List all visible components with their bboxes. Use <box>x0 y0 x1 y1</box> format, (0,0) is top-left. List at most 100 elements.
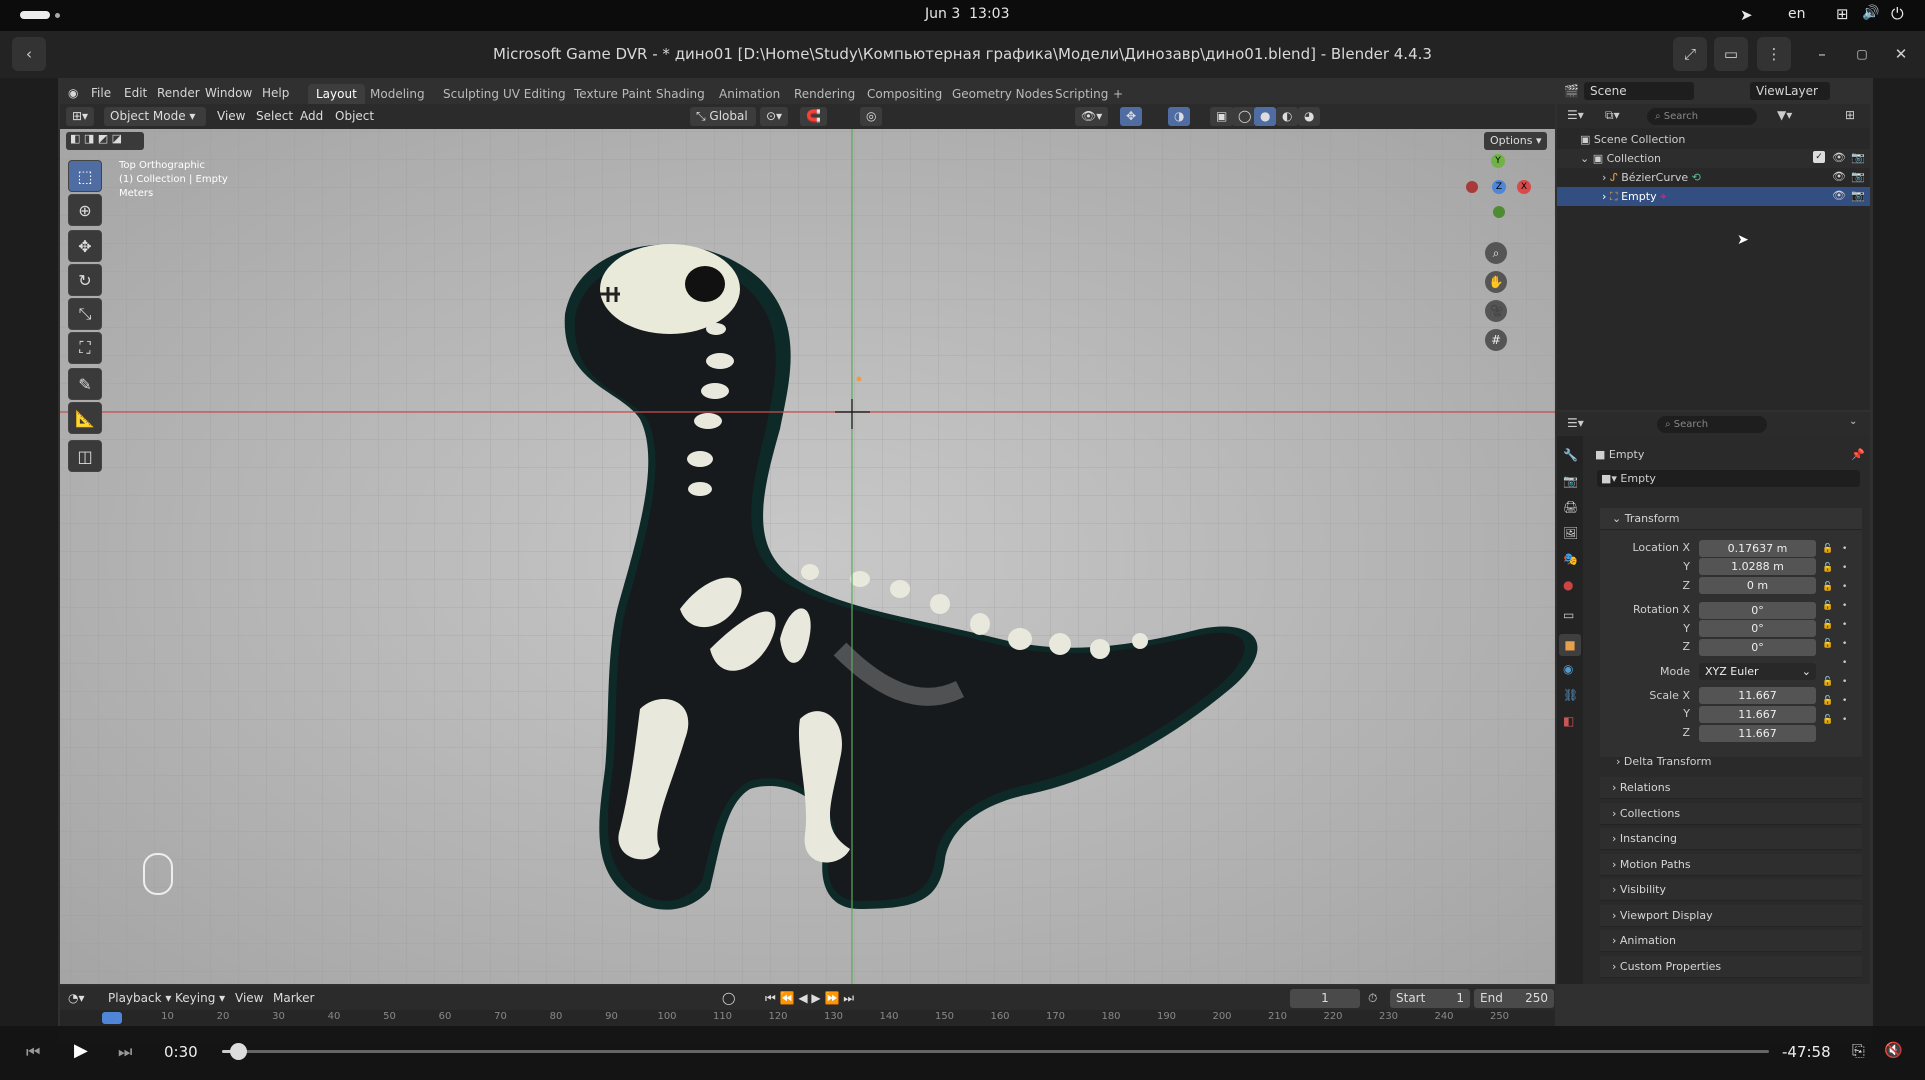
gizmo-x-axis[interactable]: X <box>1517 180 1531 194</box>
start-frame-field[interactable]: Start 1 <box>1390 989 1470 1008</box>
physics-tab-icon[interactable]: ◉ <box>1563 662 1573 676</box>
measure-tool[interactable]: 📐 <box>68 402 102 434</box>
material-shading-icon[interactable]: ◐ <box>1276 107 1299 126</box>
workspace-tab-texture-paint[interactable]: Texture Paint <box>566 84 659 104</box>
delta-transform-subpanel[interactable]: › Delta Transform <box>1612 752 1862 772</box>
timeline-ruler[interactable]: 0102030405060708090100110120130140150160… <box>60 1010 1555 1026</box>
transform-orientation-dropdown[interactable]: ⤡ Global <box>690 107 756 126</box>
menu-file[interactable]: File <box>85 84 117 102</box>
xray-toggle-icon[interactable]: ▣ <box>1210 107 1234 126</box>
collection-checkbox[interactable]: ✓ <box>1813 151 1825 163</box>
seek-bar-track[interactable] <box>222 1050 1769 1053</box>
transform-tool[interactable]: ⛶ <box>68 332 102 364</box>
properties-search-input[interactable]: ⌕ Search <box>1657 416 1767 433</box>
gizmo-z-axis[interactable]: Z <box>1492 180 1506 194</box>
filter-icon[interactable]: ▼▾ <box>1777 108 1792 122</box>
scene-name[interactable]: Scene <box>1584 82 1694 100</box>
menu-help[interactable]: Help <box>256 84 295 102</box>
new-collection-icon[interactable]: ⊞ <box>1845 108 1855 122</box>
rotation-x-field[interactable]: 0° <box>1699 602 1816 619</box>
workspace-tab-compositing[interactable]: Compositing <box>859 84 950 104</box>
collections-panel[interactable]: › Collections <box>1600 803 1862 825</box>
workspace-tab-animation[interactable]: Animation <box>711 84 788 104</box>
solid-shading-icon[interactable]: ● <box>1254 107 1277 126</box>
rotation-y-field[interactable]: 0° <box>1699 620 1816 637</box>
object-name-field[interactable]: ■▾ Empty <box>1597 470 1860 487</box>
select-box-tool[interactable]: ⬚ <box>68 160 102 192</box>
outliner-display-mode-icon[interactable]: ⧉▾ <box>1605 108 1620 123</box>
play-icon[interactable]: ▶ <box>74 1040 88 1061</box>
timeline-menu-keying[interactable]: Keying ▾ <box>175 989 225 1008</box>
subtitles-icon[interactable]: ⎘ <box>1852 1041 1865 1061</box>
collection-camera-icon[interactable]: 📷 <box>1851 151 1865 164</box>
telegram-icon[interactable]: ➤ <box>1740 6 1753 24</box>
menu-window[interactable]: Window <box>199 84 258 102</box>
outliner-search-input[interactable]: ⌕ Search <box>1647 108 1757 125</box>
gizmo-neg-y[interactable] <box>1493 206 1505 218</box>
world-tab-icon[interactable]: ● <box>1563 578 1573 592</box>
perspective-toggle-icon[interactable]: # <box>1485 329 1507 351</box>
gizmo-y-axis[interactable]: Y <box>1491 154 1505 168</box>
timer-icon[interactable]: ⏱ <box>1368 989 1377 1008</box>
viewport-display-panel[interactable]: › Viewport Display <box>1600 905 1862 927</box>
menu-edit[interactable]: Edit <box>118 84 153 102</box>
outliner-item-beziercurve[interactable]: › ᔑ BézierCurve ⟲ <box>1557 168 1870 187</box>
constraints-tab-icon[interactable]: ⛓ <box>1563 688 1578 702</box>
cursor-tool[interactable]: ⊕ <box>68 194 102 226</box>
editor-type-button[interactable]: ⊞▾ <box>66 107 95 126</box>
scale-x-field[interactable]: 11.667 <box>1699 687 1816 704</box>
custom-properties-panel[interactable]: › Custom Properties <box>1600 956 1862 978</box>
location-x-field[interactable]: 0.17637 m <box>1699 540 1816 557</box>
fullscreen-icon[interactable]: ⤢ <box>1673 37 1707 71</box>
location-y-field[interactable]: 1.0288 m <box>1699 558 1816 575</box>
scene-tab-icon[interactable]: 🎭 <box>1563 552 1578 566</box>
more-options-icon[interactable]: ⋮ <box>1757 37 1791 71</box>
playback-controls[interactable]: ⏮ ⏪ ◀ ▶ ⏩ ⏭ <box>765 989 854 1008</box>
animation-panel[interactable]: › Animation <box>1600 930 1862 952</box>
workspace-tab-rendering[interactable]: Rendering <box>786 84 863 104</box>
beziercurve-camera-icon[interactable]: 📷 <box>1851 170 1865 183</box>
object-tab-icon[interactable]: ■ <box>1559 634 1581 656</box>
workspace-tab-uv-editing[interactable]: UV Editing <box>495 84 574 104</box>
tool-tab-icon[interactable]: 🔧 <box>1563 448 1578 462</box>
view-layer-tab-icon[interactable]: 🖼 <box>1563 526 1578 540</box>
scale-tool[interactable]: ⤡ <box>68 298 102 330</box>
rotation-z-field[interactable]: 0° <box>1699 639 1816 656</box>
gizmo-toggle-icon[interactable]: ✥ <box>1120 107 1143 126</box>
clock[interactable]: Jun 3 13:03 <box>925 6 1010 22</box>
skip-forward-icon[interactable]: ⏭ <box>118 1042 132 1062</box>
power-icon[interactable]: ⏻ <box>1891 4 1904 24</box>
visibility-panel[interactable]: › Visibility <box>1600 879 1862 901</box>
viewport-menu-add[interactable]: Add <box>300 107 323 126</box>
output-tab-icon[interactable]: 🖨 <box>1563 500 1578 514</box>
timeline-menu-playback[interactable]: Playback ▾ <box>108 989 171 1008</box>
options-dropdown[interactable]: Options ▾ <box>1484 132 1548 150</box>
timeline-menu-view[interactable]: View <box>235 989 263 1008</box>
workspace-tab-shading[interactable]: Shading <box>648 84 713 104</box>
empty-eye-icon[interactable]: 👁 <box>1832 189 1846 202</box>
location-z-field[interactable]: 0 m <box>1699 577 1816 594</box>
empty-camera-icon[interactable]: 📷 <box>1851 189 1865 202</box>
viewport-menu-select[interactable]: Select <box>256 107 293 126</box>
network-icon[interactable]: ⊞ <box>1836 5 1849 23</box>
rotate-tool[interactable]: ↻ <box>68 264 102 296</box>
current-frame-field[interactable]: 1 <box>1290 989 1360 1008</box>
render-tab-icon[interactable]: 📷 <box>1563 474 1578 488</box>
viewport-menu-view[interactable]: View <box>217 107 245 126</box>
add-cube-tool[interactable]: ◫ <box>68 440 102 472</box>
collection-tab-icon[interactable]: ▭ <box>1563 608 1574 622</box>
pan-hand-icon[interactable]: ✋ <box>1485 271 1507 293</box>
pivot-point-icon[interactable]: ⊙▾ <box>760 107 789 126</box>
collection-eye-icon[interactable]: 👁 <box>1832 151 1846 164</box>
snap-icon[interactable]: 🧲 <box>800 107 827 126</box>
auto-keying-icon[interactable]: ◯ <box>722 989 735 1008</box>
zoom-icon[interactable]: ⌕ <box>1485 242 1507 264</box>
minimize-button[interactable]: – <box>1805 37 1839 71</box>
annotate-tool[interactable]: ✎ <box>68 368 102 400</box>
beziercurve-eye-icon[interactable]: 👁 <box>1832 170 1846 183</box>
move-tool[interactable]: ✥ <box>68 230 102 262</box>
properties-editor-type-icon[interactable]: ☰▾ <box>1567 416 1584 430</box>
rotation-mode-dropdown[interactable]: XYZ Euler ⌄ <box>1699 663 1816 680</box>
pin-icon[interactable]: 📌 <box>1851 448 1865 461</box>
workspace-tab-layout[interactable]: Layout <box>308 84 365 104</box>
